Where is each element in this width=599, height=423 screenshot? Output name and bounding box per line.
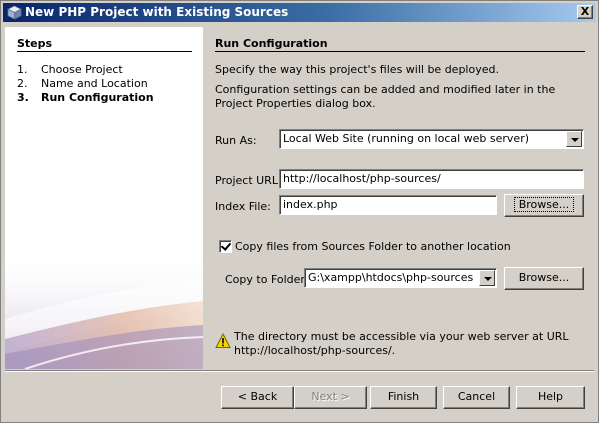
copy-files-checkbox[interactable] [219,240,232,253]
steps-header: Steps [17,37,53,50]
section-title: Run Configuration [215,37,328,50]
browse-copy-to-label: Browse... [518,271,570,284]
cancel-label: Cancel [457,390,496,403]
section-divider [215,51,585,52]
steps-divider [17,51,192,52]
wizard-dialog: New PHP Project with Existing Sources X … [0,0,599,423]
run-as-label: Run As: [215,134,257,147]
next-button[interactable]: Next > [294,386,367,409]
chevron-down-icon[interactable] [479,270,495,286]
step-label: Name and Location [41,77,148,90]
note-text: Configuration settings can be added and … [215,83,556,110]
run-as-value: Local Web Site (running on local web ser… [283,132,530,145]
netbeans-cube-icon [7,5,22,20]
help-button[interactable]: Help [516,386,585,409]
close-button[interactable]: X [577,5,593,19]
copy-to-value: G:\xampp\htdocs\php-sources [308,271,474,284]
step-number: 1. [17,63,28,76]
step-label: Choose Project [41,63,123,76]
steps-list: 1. Choose Project 2. Name and Location 3. R… [17,63,154,105]
index-file-input[interactable]: index.php [279,195,497,215]
decorative-swoosh-art [5,249,203,369]
warning-message: The directory must be accessible via you… [234,330,569,357]
back-label: < Back [237,390,278,403]
steps-panel: Steps 1. Choose Project 2. Name and Locati… [5,27,203,369]
browse-index-label: Browse... [513,197,575,212]
step-label: Run Configuration [41,91,154,104]
title-bar[interactable]: New PHP Project with Existing Sources X [3,3,596,22]
next-label: Next > [311,390,350,403]
copy-files-label[interactable]: Copy files from Sources Folder to anothe… [235,240,511,253]
step-item-current: 3. Run Configuration [17,91,154,105]
project-url-input[interactable]: http://localhost/php-sources/ [279,169,584,189]
description-text: Specify the way this project's files wil… [215,63,499,76]
footer-divider [5,370,594,372]
finish-label: Finish [387,390,420,403]
step-number: 3. [17,91,29,104]
close-icon: X [580,5,590,18]
run-as-dropdown[interactable]: Local Web Site (running on local web ser… [279,129,584,149]
index-file-label: Index File: [215,200,271,213]
copy-to-dropdown[interactable]: G:\xampp\htdocs\php-sources [304,268,497,288]
back-button[interactable]: < Back [221,386,294,409]
step-item: 1. Choose Project [17,63,154,77]
chevron-down-icon[interactable] [566,131,582,147]
step-item: 2. Name and Location [17,77,154,91]
help-label: Help [537,390,564,403]
warning-icon [215,333,231,348]
cancel-button[interactable]: Cancel [443,386,510,409]
finish-button[interactable]: Finish [370,386,437,409]
step-number: 2. [17,77,28,90]
copy-to-label: Copy to Folder: [225,273,309,286]
project-url-label: Project URL: [215,174,282,187]
browse-copy-to-button[interactable]: Browse... [504,267,584,290]
window-title: New PHP Project with Existing Sources [25,5,289,19]
browse-index-button[interactable]: Browse... [504,194,584,217]
